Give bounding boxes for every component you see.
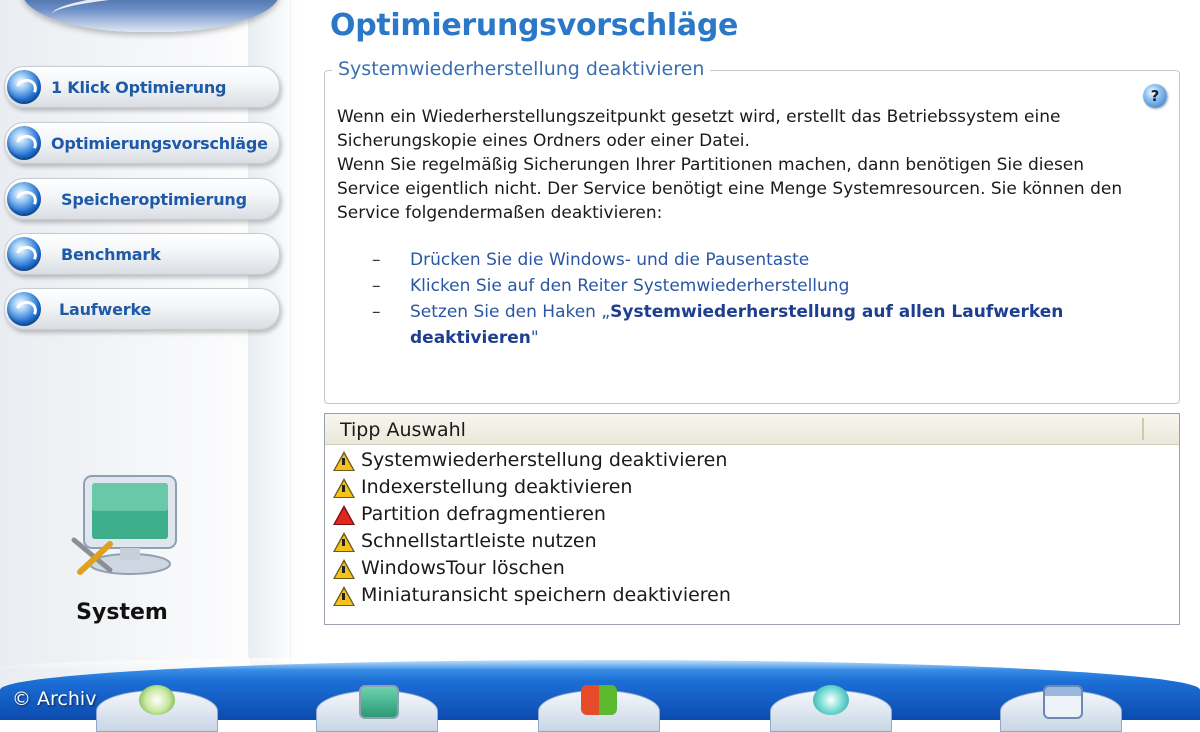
tip-detail-title: Systemwiederherstellung deaktivieren xyxy=(332,58,711,80)
list-item-label: Indexerstellung deaktivieren xyxy=(361,476,633,498)
column-separator[interactable] xyxy=(1142,418,1144,440)
sidebar-item-1-klick-optimierung[interactable]: 1 Klick Optimierung xyxy=(4,66,280,108)
help-icon[interactable]: ? xyxy=(1143,84,1167,108)
step-text-prefix: Setzen Sie den Haken „ xyxy=(410,302,611,322)
refresh-orb-icon xyxy=(7,70,41,104)
step-text-suffix: " xyxy=(530,328,539,348)
list-item[interactable]: Partition defragmentieren xyxy=(333,501,1163,528)
dock-item-network[interactable] xyxy=(770,685,892,732)
refresh-orb-icon xyxy=(7,292,41,326)
list-item-label: Systemwiederherstellung deaktivieren xyxy=(361,449,728,471)
instruction-steps: – Drücken Sie die Windows- und die Pause… xyxy=(372,247,1112,351)
list-item[interactable]: Schnellstartleiste nutzen xyxy=(333,528,1163,555)
warning-icon xyxy=(333,532,355,552)
list-item-label: WindowsTour löschen xyxy=(361,557,565,579)
logo-swoosh xyxy=(51,0,253,29)
globe-icon xyxy=(813,685,849,715)
list-item[interactable]: Indexerstellung deaktivieren xyxy=(333,474,1163,501)
sidebar-item-label: Laufwerke xyxy=(59,300,152,319)
system-section-label: System xyxy=(76,600,168,625)
monitor-icon xyxy=(359,685,399,719)
critical-warning-icon xyxy=(333,505,355,525)
sidebar-item-label: 1 Klick Optimierung xyxy=(51,78,227,97)
step-dash: – xyxy=(372,250,381,270)
sidebar-item-label: Optimierungsvorschläge xyxy=(51,134,268,153)
tip-list-header[interactable]: Tipp Auswahl xyxy=(325,414,1179,445)
description-paragraph: Wenn Sie regelmäßig Sicherungen Ihrer Pa… xyxy=(337,155,1123,223)
tip-description: Wenn ein Wiederherstellungszeitpunkt ges… xyxy=(337,105,1137,225)
sidebar-item-benchmark[interactable]: Benchmark xyxy=(4,233,280,275)
step-dash: – xyxy=(372,276,381,296)
sidebar-item-speicheroptimierung[interactable]: Speicheroptimierung xyxy=(4,178,280,220)
refresh-orb-icon xyxy=(7,126,41,160)
copyright-notice: © Archiv xyxy=(12,688,97,710)
sidebar-item-laufwerke[interactable]: Laufwerke xyxy=(4,288,280,330)
warning-icon xyxy=(333,586,355,606)
warning-icon xyxy=(333,478,355,498)
warning-icon xyxy=(333,559,355,579)
window-icon xyxy=(1043,685,1083,719)
instruction-step: – Drücken Sie die Windows- und die Pause… xyxy=(372,247,1112,273)
step-text: Drücken Sie die Windows- und die Pausent… xyxy=(410,250,810,270)
warning-icon xyxy=(333,451,355,471)
windows-flag-icon xyxy=(581,685,617,715)
dock-item-windows[interactable] xyxy=(538,685,660,732)
dock-item-settings[interactable] xyxy=(1000,685,1122,732)
step-dash: – xyxy=(372,302,381,322)
list-item[interactable]: Miniaturansicht speichern deaktivieren xyxy=(333,582,1163,609)
sidebar-item-optimierungsvorschlaege[interactable]: Optimierungsvorschläge xyxy=(4,122,280,164)
step-text: Klicken Sie auf den Reiter Systemwiederh… xyxy=(410,276,850,296)
dock-item-system[interactable] xyxy=(316,685,438,732)
dock-item-tuning[interactable] xyxy=(96,685,218,732)
gauge-icon xyxy=(139,685,175,715)
tip-list-header-label: Tipp Auswahl xyxy=(340,419,466,441)
page-title: Optimierungsvorschläge xyxy=(330,8,739,43)
monitor-tools-icon[interactable] xyxy=(70,470,190,580)
tip-selection-list[interactable]: Tipp Auswahl Systemwiederherstellung dea… xyxy=(324,413,1180,625)
instruction-step: – Klicken Sie auf den Reiter Systemwiede… xyxy=(372,273,1112,299)
list-item-label: Partition defragmentieren xyxy=(361,503,606,525)
sidebar-item-label: Speicheroptimierung xyxy=(61,190,247,209)
tip-list-body: Systemwiederherstellung deaktivieren Ind… xyxy=(333,447,1163,609)
list-item[interactable]: WindowsTour löschen xyxy=(333,555,1163,582)
list-item-label: Schnellstartleiste nutzen xyxy=(361,530,597,552)
description-paragraph: Wenn ein Wiederherstellungszeitpunkt ges… xyxy=(337,107,1061,151)
refresh-orb-icon xyxy=(7,182,41,216)
refresh-orb-icon xyxy=(7,237,41,271)
list-item[interactable]: Systemwiederherstellung deaktivieren xyxy=(333,447,1163,474)
instruction-step: – Setzen Sie den Haken „Systemwiederhers… xyxy=(372,299,1112,351)
list-item-label: Miniaturansicht speichern deaktivieren xyxy=(361,584,731,606)
sidebar-item-label: Benchmark xyxy=(61,245,161,264)
